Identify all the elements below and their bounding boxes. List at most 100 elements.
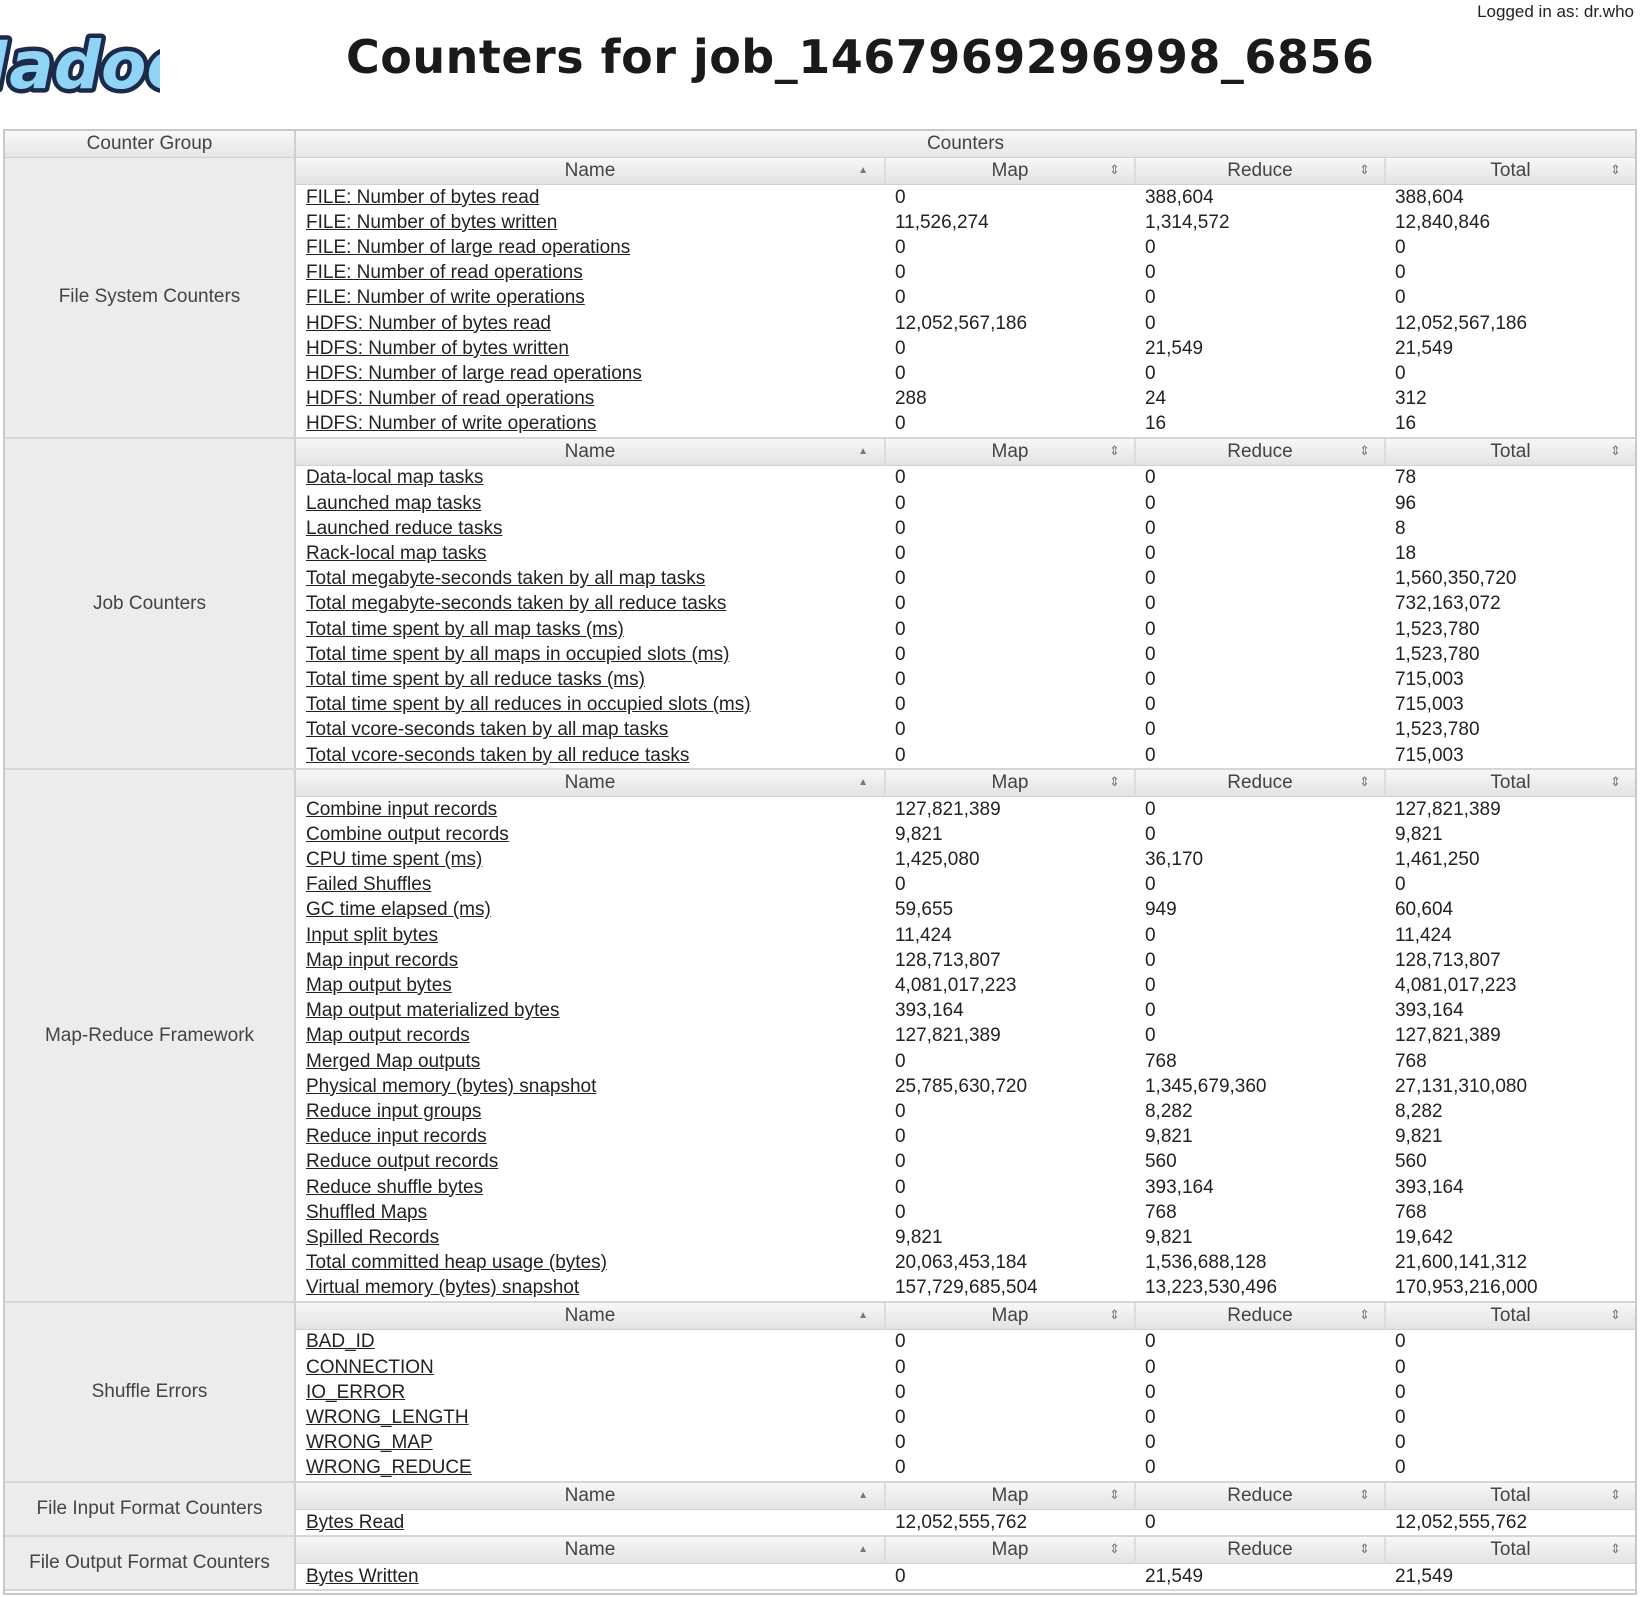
column-header-name[interactable]: Name ▲ [296,438,886,466]
counter-name-link[interactable]: FILE: Number of large read operations [306,237,630,258]
column-header-total[interactable]: Total ⇕ [1384,1302,1635,1330]
counter-name-link[interactable]: FILE: Number of read operations [306,262,583,283]
counter-name-link[interactable]: Spilled Records [306,1227,439,1248]
counter-name-link[interactable]: CONNECTION [306,1357,434,1378]
counter-reduce-value: 0 [1144,694,1156,716]
counter-name-link[interactable]: HDFS: Number of bytes read [306,313,551,334]
counter-name-link[interactable]: Input split bytes [306,925,438,946]
column-header-map[interactable]: Map ⇕ [884,438,1136,466]
counter-name-link[interactable]: WRONG_MAP [306,1432,433,1453]
counter-name-link[interactable]: GC time elapsed (ms) [306,899,491,920]
counter-name-link[interactable]: Combine output records [306,824,509,845]
counter-name-link[interactable]: FILE: Number of write operations [306,287,585,308]
counter-total-value: 21,600,141,312 [1394,1252,1528,1274]
column-header-name[interactable]: Name ▲ [296,1483,886,1510]
counter-name-cell: Map output bytes [296,973,885,998]
counter-name-link[interactable]: Bytes Read [306,1512,404,1533]
counter-reduce-value: 0 [1144,492,1156,514]
sort-both-icon: ⇕ [1109,1306,1120,1322]
counter-name-link[interactable]: Map input records [306,950,458,971]
column-header-total[interactable]: Total ⇕ [1384,1483,1635,1510]
column-header-reduce[interactable]: Reduce ⇕ [1134,438,1386,466]
counter-name-link[interactable]: CPU time spent (ms) [306,849,482,870]
counter-name-link[interactable]: Total megabyte-seconds taken by all redu… [306,593,726,614]
column-header-map[interactable]: Map ⇕ [884,770,1136,798]
column-header-reduce[interactable]: Reduce ⇕ [1134,1302,1386,1330]
counters-table: Counter Group Counters File System Count… [5,131,1635,1592]
counter-name-cell: Reduce output records [296,1150,885,1175]
column-header-map[interactable]: Map ⇕ [884,1302,1136,1330]
column-header-name[interactable]: Name ▲ [296,1537,886,1565]
column-header-name[interactable]: Name ▲ [296,770,886,798]
counter-name-link[interactable]: Merged Map outputs [306,1051,480,1072]
counter-name-link[interactable]: Rack-local map tasks [306,543,487,564]
column-header-total[interactable]: Total ⇕ [1384,438,1635,466]
column-header-total[interactable]: Total ⇕ [1384,1537,1635,1565]
counter-reduce-value: 0 [1144,668,1156,690]
counter-map-value: 0 [894,413,906,435]
counter-name-link[interactable]: Bytes Written [306,1566,419,1587]
counter-group-header[interactable]: Counter Group [5,131,296,158]
counter-name-link[interactable]: WRONG_LENGTH [306,1407,469,1428]
counter-name-link[interactable]: Total time spent by all reduces in occup… [306,694,751,715]
counter-map-value: 0 [894,744,906,766]
counter-name-link[interactable]: Failed Shuffles [306,874,431,895]
counter-map-value: 4,081,017,223 [894,975,1017,997]
counter-name-link[interactable]: Reduce shuffle bytes [306,1177,483,1198]
counter-reduce-value: 0 [1144,823,1156,845]
counter-name-link[interactable]: IO_ERROR [306,1382,405,1403]
counter-reduce-value: 0 [1144,312,1156,334]
counter-name-link[interactable]: Total time spent by all maps in occupied… [306,644,729,665]
column-header-reduce[interactable]: Reduce ⇕ [1134,1537,1386,1565]
counter-name-link[interactable]: FILE: Number of bytes written [306,212,557,233]
counter-name-link[interactable]: BAD_ID [306,1331,375,1352]
counter-name-link[interactable]: Reduce input groups [306,1101,481,1122]
counter-name-link[interactable]: HDFS: Number of large read operations [306,363,642,384]
counter-name-link[interactable]: Combine input records [306,799,497,820]
counter-row: CPU time spent (ms) 1,425,080 36,170 1,461,… [296,848,1635,873]
column-header-name[interactable]: Name ▲ [296,158,886,185]
counter-name-link[interactable]: FILE: Number of bytes read [306,187,539,208]
counter-name-link[interactable]: Total time spent by all reduce tasks (ms… [306,669,645,690]
counter-row: Combine output records 9,821 0 9,821 [296,822,1635,847]
counter-map-value: 0 [894,287,906,309]
column-header-total[interactable]: Total ⇕ [1384,158,1635,185]
counter-name-link[interactable]: HDFS: Number of read operations [306,388,594,409]
counter-reduce-value: 388,604 [1144,186,1214,208]
column-header-map[interactable]: Map ⇕ [884,1483,1136,1510]
counter-name-link[interactable]: Launched map tasks [306,493,481,514]
counter-map-value: 0 [894,618,906,640]
counter-name-link[interactable]: HDFS: Number of bytes written [306,338,569,359]
column-header-reduce[interactable]: Reduce ⇕ [1134,158,1386,185]
counter-name-link[interactable]: Shuffled Maps [306,1202,427,1223]
column-header-map[interactable]: Map ⇕ [884,1537,1136,1565]
counter-name-link[interactable]: Physical memory (bytes) snapshot [306,1076,596,1097]
counter-name-link[interactable]: Total vcore-seconds taken by all map tas… [306,719,668,740]
counter-name-link[interactable]: Launched reduce tasks [306,518,502,539]
counter-name-link[interactable]: Map output materialized bytes [306,1000,559,1021]
counter-name-link[interactable]: Data-local map tasks [306,467,483,488]
counter-total-value: 9,821 [1394,1126,1443,1148]
counter-name-link[interactable]: Map output records [306,1025,470,1046]
counter-name-link[interactable]: Total megabyte-seconds taken by all map … [306,568,705,589]
counter-name-link[interactable]: Total vcore-seconds taken by all reduce … [306,745,689,766]
counter-name-link[interactable]: Total time spent by all map tasks (ms) [306,619,624,640]
counter-name-link[interactable]: Virtual memory (bytes) snapshot [306,1277,579,1298]
column-header-label: Total [1490,1539,1531,1561]
counter-name-link[interactable]: Reduce output records [306,1151,498,1172]
counter-name-link[interactable]: Map output bytes [306,975,452,996]
counter-name-link[interactable]: HDFS: Number of write operations [306,413,596,434]
column-header-map[interactable]: Map ⇕ [884,158,1136,185]
counter-total-value: 0 [1394,1457,1406,1479]
counter-name-link[interactable]: Reduce input records [306,1126,487,1147]
column-header-reduce[interactable]: Reduce ⇕ [1134,770,1386,798]
counter-reduce-value: 0 [1144,1381,1156,1403]
counter-total-value: 127,821,389 [1394,798,1501,820]
column-header-reduce[interactable]: Reduce ⇕ [1134,1483,1386,1510]
counter-name-cell: Virtual memory (bytes) snapshot [296,1276,885,1301]
counter-name-cell: Total megabyte-seconds taken by all map … [296,567,885,592]
counter-name-link[interactable]: WRONG_REDUCE [306,1457,472,1478]
counter-name-link[interactable]: Total committed heap usage (bytes) [306,1252,607,1273]
column-header-name[interactable]: Name ▲ [296,1302,886,1330]
column-header-total[interactable]: Total ⇕ [1384,770,1635,798]
